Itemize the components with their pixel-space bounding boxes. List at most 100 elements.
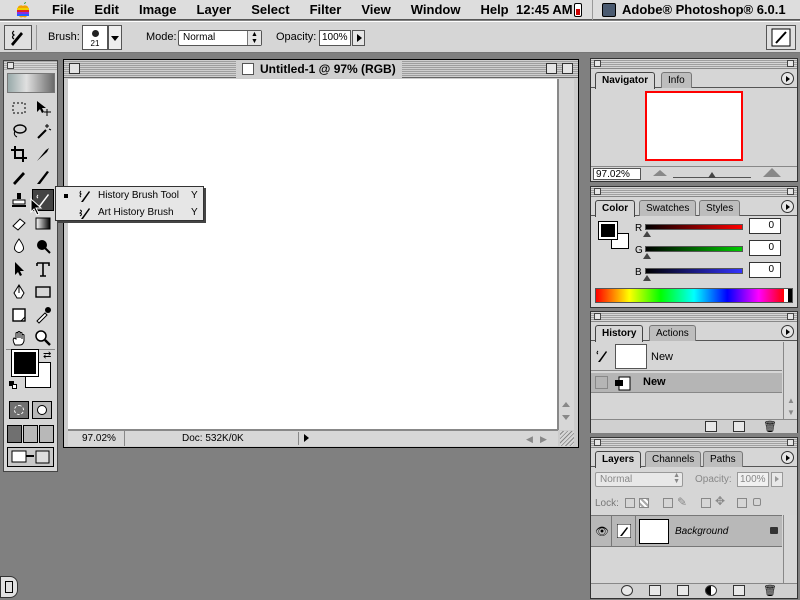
close-box-icon[interactable]: [7, 62, 14, 69]
scroll-up-arrow-icon[interactable]: ▲: [787, 396, 795, 405]
lock-position-checkbox[interactable]: [701, 498, 711, 508]
close-box-icon[interactable]: [594, 313, 601, 320]
blue-value-input[interactable]: 0: [749, 262, 781, 278]
foreground-color-swatch[interactable]: [11, 349, 39, 377]
scroll-up-arrow-icon[interactable]: [562, 402, 570, 407]
menu-layer[interactable]: Layer: [187, 2, 242, 17]
layer-style-icon[interactable]: [621, 585, 633, 596]
palette-menu-button[interactable]: [781, 451, 794, 464]
flyout-item-art-history-brush[interactable]: Art History Brush Y: [56, 205, 203, 221]
navigator-view-box[interactable]: [645, 91, 743, 161]
palette-menu-button[interactable]: [781, 325, 794, 338]
color-ramp[interactable]: [595, 288, 793, 303]
apple-menu-icon[interactable]: [12, 1, 34, 19]
history-brush-tool-preset-icon[interactable]: [4, 25, 32, 50]
zoom-box-icon[interactable]: [546, 63, 557, 74]
application-menu[interactable]: Adobe® Photoshop® 6.0.1: [602, 2, 786, 17]
document-canvas[interactable]: [68, 79, 558, 430]
airbrush-tool[interactable]: [8, 166, 30, 188]
standard-screen-mode-button[interactable]: [7, 425, 22, 443]
eyedropper-tool[interactable]: [32, 304, 54, 326]
hand-tool[interactable]: [8, 327, 30, 349]
status-menu-button[interactable]: [298, 432, 312, 445]
navigator-zoom-field[interactable]: 97.02%: [593, 168, 641, 180]
layer-row-background[interactable]: 👁 Background: [591, 515, 782, 547]
clone-stamp-tool[interactable]: [8, 189, 30, 211]
opacity-slider-button[interactable]: [352, 30, 365, 46]
foreground-color-swatch[interactable]: [598, 221, 618, 240]
palette-titlebar[interactable]: [591, 59, 797, 69]
tab-navigator[interactable]: Navigator: [595, 72, 656, 89]
close-box-icon[interactable]: [594, 188, 601, 195]
pen-tool[interactable]: [8, 281, 30, 303]
swap-colors-icon[interactable]: ⇄: [43, 351, 55, 361]
jump-to-imageready-button[interactable]: [7, 447, 54, 467]
palette-titlebar[interactable]: [591, 438, 797, 448]
full-screen-menu-mode-button[interactable]: [23, 425, 38, 443]
blur-tool[interactable]: [8, 235, 30, 257]
new-layer-icon[interactable]: [733, 585, 745, 596]
palette-titlebar[interactable]: [591, 187, 797, 197]
tab-color[interactable]: Color: [595, 200, 636, 217]
flyout-item-history-brush[interactable]: History Brush Tool Y: [56, 188, 203, 204]
menu-window[interactable]: Window: [401, 2, 471, 17]
move-tool[interactable]: [32, 97, 54, 119]
history-brush-source-box[interactable]: [595, 376, 608, 389]
paintbrush-tool[interactable]: [32, 166, 54, 188]
zoom-box-icon[interactable]: [787, 188, 794, 195]
layer-opacity-input[interactable]: 100%: [737, 472, 769, 487]
close-box-icon[interactable]: [69, 63, 80, 74]
blue-slider-track[interactable]: [645, 268, 743, 274]
zoom-level[interactable]: 97.02%: [82, 433, 116, 444]
tab-layers[interactable]: Layers: [595, 451, 642, 468]
lock-transparency-checkbox[interactable]: [625, 498, 635, 508]
menu-file[interactable]: File: [42, 2, 84, 17]
tab-channels[interactable]: Channels: [645, 451, 702, 467]
history-scrollbar[interactable]: ▲ ▼: [783, 342, 797, 420]
palette-well-button[interactable]: [766, 25, 796, 50]
slice-tool[interactable]: [32, 143, 54, 165]
document-proxy-icon[interactable]: [242, 63, 254, 75]
eraser-tool[interactable]: [8, 212, 30, 234]
lock-all-checkbox[interactable]: [737, 498, 747, 508]
history-snapshot-row[interactable]: New: [591, 342, 782, 371]
notes-tool[interactable]: [8, 304, 30, 326]
red-slider-thumb[interactable]: [643, 231, 651, 237]
battery-icon[interactable]: [574, 3, 582, 17]
eye-visibility-icon[interactable]: 👁: [595, 525, 609, 538]
crop-tool[interactable]: [8, 143, 30, 165]
red-value-input[interactable]: 0: [749, 218, 781, 234]
magic-wand-tool[interactable]: [32, 120, 54, 142]
add-mask-icon[interactable]: [649, 585, 661, 596]
tab-swatches[interactable]: Swatches: [639, 200, 697, 216]
new-snapshot-icon[interactable]: [733, 421, 745, 432]
palette-menu-button[interactable]: [781, 72, 794, 85]
zoom-slider-thumb[interactable]: [708, 172, 716, 178]
scroll-down-arrow-icon[interactable]: ▼: [787, 408, 795, 417]
green-slider-thumb[interactable]: [643, 253, 651, 259]
marquee-tool[interactable]: [8, 97, 30, 119]
type-tool[interactable]: [32, 258, 54, 280]
menu-view[interactable]: View: [351, 2, 400, 17]
tab-actions[interactable]: Actions: [649, 325, 696, 341]
scroll-left-arrow-icon[interactable]: ◀: [526, 434, 533, 445]
trash-icon[interactable]: 🗑: [763, 584, 777, 597]
green-slider-track[interactable]: [645, 246, 743, 252]
tab-styles[interactable]: Styles: [699, 200, 741, 216]
mode-select[interactable]: Normal ▲ ▼: [178, 30, 262, 46]
scroll-down-arrow-icon[interactable]: [562, 415, 570, 420]
menu-edit[interactable]: Edit: [84, 2, 129, 17]
menu-filter[interactable]: Filter: [300, 2, 352, 17]
new-adjustment-layer-icon[interactable]: [705, 585, 717, 596]
collapse-box-icon[interactable]: [562, 63, 573, 74]
blue-slider-thumb[interactable]: [643, 275, 651, 281]
layers-scrollbar[interactable]: [783, 515, 797, 583]
lasso-tool[interactable]: [8, 120, 30, 142]
toolbox-titlebar[interactable]: [4, 61, 57, 71]
dodge-tool[interactable]: [32, 235, 54, 257]
resize-grip-icon[interactable]: [560, 431, 574, 446]
palette-titlebar[interactable]: [591, 312, 797, 322]
red-slider-track[interactable]: [645, 224, 743, 230]
menu-image[interactable]: Image: [129, 2, 187, 17]
quick-mask-mode-button[interactable]: [32, 401, 52, 419]
